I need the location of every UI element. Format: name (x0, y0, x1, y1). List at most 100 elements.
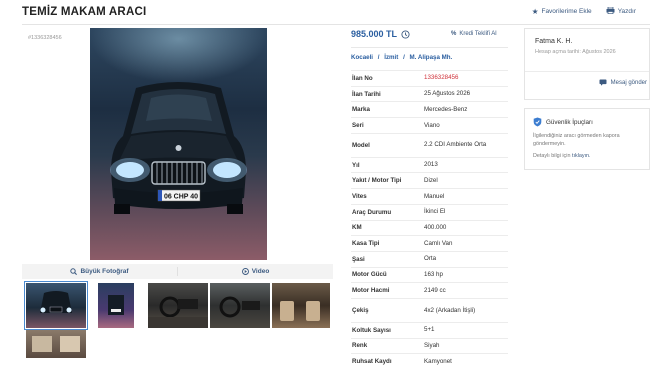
license-plate: 06 CHP 40 (164, 194, 198, 201)
price: 985.000 TL (351, 29, 410, 39)
thumbnail[interactable] (210, 283, 270, 328)
details-table: İlan No 1336328456 İlan Tarihi 25 Ağustos 2… (351, 70, 508, 369)
detail-value: 4x2 (Arkadan İtişli) (424, 306, 476, 314)
seller-name[interactable]: Fatma K. H. (535, 38, 639, 45)
video-label: Video (251, 268, 270, 275)
detail-row: Marka Mercedes-Benz (351, 101, 508, 117)
play-icon (241, 268, 249, 275)
detail-row: KM 400.000 (351, 219, 508, 236)
detail-key: Araç Durumu (352, 208, 392, 216)
thumbnail[interactable] (24, 281, 88, 330)
detail-key: KM (352, 224, 362, 232)
thumbnail[interactable] (272, 283, 330, 328)
print-label: Yazdır (617, 8, 636, 15)
listing-id: #1336328456 (28, 35, 62, 41)
detail-row: Motor Hacmi 2149 cc (351, 282, 508, 298)
star-icon: ★ (531, 7, 539, 16)
photo-toolbar: Büyük Fotoğraf Video (22, 264, 333, 279)
big-photo-button[interactable]: Büyük Fotoğraf (22, 264, 177, 279)
header-divider (22, 24, 650, 25)
detail-key: Marka (352, 106, 370, 114)
detail-row: İlan Tarihi 25 Ağustos 2026 (351, 85, 508, 102)
history-icon[interactable] (401, 29, 410, 39)
detail-row: Yakıt / Motor Tipi Dizel (351, 172, 508, 188)
detail-value: Manuel (424, 192, 445, 200)
divider (351, 47, 508, 48)
add-favorite-button[interactable]: ★ Favorilerime Ekle (532, 7, 592, 16)
van-illustration: 06 CHP 40 (110, 82, 247, 214)
top-actions: ★ Favorilerime Ekle Yazdır (532, 6, 636, 16)
detail-row: Şasi Orta (351, 250, 508, 267)
detail-value: Viano (424, 121, 440, 129)
detail-value: 25 Ağustos 2026 (424, 90, 471, 98)
thumbnail[interactable] (26, 330, 86, 358)
credit-offer-label: Kredi Teklifi Al (459, 31, 497, 37)
location-district[interactable]: İzmit (384, 54, 398, 61)
tips-text: İlgilendiğiniz aracı görmeden kapora gön… (533, 133, 620, 147)
location-city[interactable]: Kocaeli (351, 54, 373, 61)
detail-row: İlan No 1336328456 (351, 70, 508, 86)
detail-value: 2.2 CDI Ambiente Orta (424, 141, 487, 149)
send-message-button[interactable]: Mesaj gönder (535, 79, 649, 86)
detail-value: 5+1 (424, 326, 435, 334)
detail-value: Camlı Van (424, 239, 453, 247)
thumbnail[interactable] (98, 283, 134, 328)
detail-value: 2149 cc (424, 286, 446, 294)
seller-since: Hesap açma tarihi: Ağustos 2026 (535, 49, 616, 55)
detail-value: 1336328456 (424, 74, 459, 82)
tips-title: Güvenlik İpuçları (546, 118, 593, 126)
detail-value: Siyah (424, 342, 440, 350)
detail-key: Ruhsat Kaydı (352, 358, 392, 366)
send-message-label: Mesaj gönder (610, 79, 647, 86)
percent-icon: % (451, 31, 457, 37)
location-separator: / (377, 54, 380, 61)
detail-value: Orta (424, 255, 437, 263)
message-icon (599, 79, 607, 86)
detail-row: Kasa Tipi Camlı Van (351, 235, 508, 251)
detail-value: 400.000 (424, 223, 447, 231)
detail-value: Kamyonet (424, 357, 452, 365)
detail-row: Renk Siyah (351, 337, 508, 354)
detail-row: Model 2.2 CDI Ambiente Orta (351, 132, 508, 157)
detail-key: Motor Gücü (352, 271, 387, 279)
detail-row: Vites Manuel (351, 188, 508, 204)
detail-value: Mercedes-Benz (424, 105, 468, 113)
detail-value: 163 hp (424, 271, 443, 279)
print-button[interactable]: Yazdır (606, 6, 636, 16)
credit-offer-button[interactable]: % Kredi Teklifi Al (451, 31, 497, 37)
big-photo-label: Büyük Fotoğraf (80, 268, 129, 275)
main-photo[interactable]: 06 CHP 40 (90, 28, 267, 260)
location-neighborhood[interactable]: M. Alipaşa Mh. (410, 54, 453, 61)
detail-row: Koltuk Sayısı 5+1 (351, 321, 508, 338)
tips-more: Detaylı bilgi için tıklayın. (533, 153, 641, 159)
tips-more-prefix: Detaylı bilgi için (533, 153, 571, 160)
detail-value: Dizel (424, 176, 438, 184)
detail-key: Renk (352, 342, 368, 350)
video-button[interactable]: Video (178, 264, 333, 279)
detail-key: İlan Tarihi (352, 90, 381, 98)
detail-row: Seri Viano (351, 117, 508, 133)
detail-row: Motor Gücü 163 hp (351, 266, 508, 283)
detail-key: İlan No (352, 74, 373, 82)
location-breadcrumb: Kocaeli / İzmit / M. Alipaşa Mh. (351, 54, 452, 61)
add-favorite-label: Favorilerime Ekle (541, 8, 592, 15)
detail-value: 2013 (424, 161, 438, 169)
detail-key: Motor Hacmi (352, 287, 390, 295)
tips-more-link[interactable]: tıklayın. (572, 153, 591, 159)
detail-row: Ruhsat Kaydı Kamyonet (351, 353, 508, 369)
listing-title: TEMİZ MAKAM ARACI (22, 6, 147, 18)
detail-key: Çekiş (352, 306, 369, 314)
detail-value: İkinci El (424, 208, 446, 216)
security-tips-card: Güvenlik İpuçları İlgilendiğiniz aracı g… (524, 108, 650, 170)
printer-icon (606, 6, 615, 16)
detail-key: Model (352, 141, 370, 149)
thumbnail[interactable] (148, 283, 208, 328)
detail-key: Şasi (352, 255, 365, 263)
seller-card: Fatma K. H. Hesap açma tarihi: Ağustos 2… (524, 28, 650, 100)
detail-key: Yakıt / Motor Tipi (352, 177, 402, 185)
detail-key: Seri (352, 121, 364, 129)
detail-row: Çekiş 4x2 (Arkadan İtişli) (351, 297, 508, 322)
detail-key: Vites (352, 192, 367, 200)
detail-key: Yıl (352, 161, 360, 169)
shield-icon (533, 117, 542, 127)
